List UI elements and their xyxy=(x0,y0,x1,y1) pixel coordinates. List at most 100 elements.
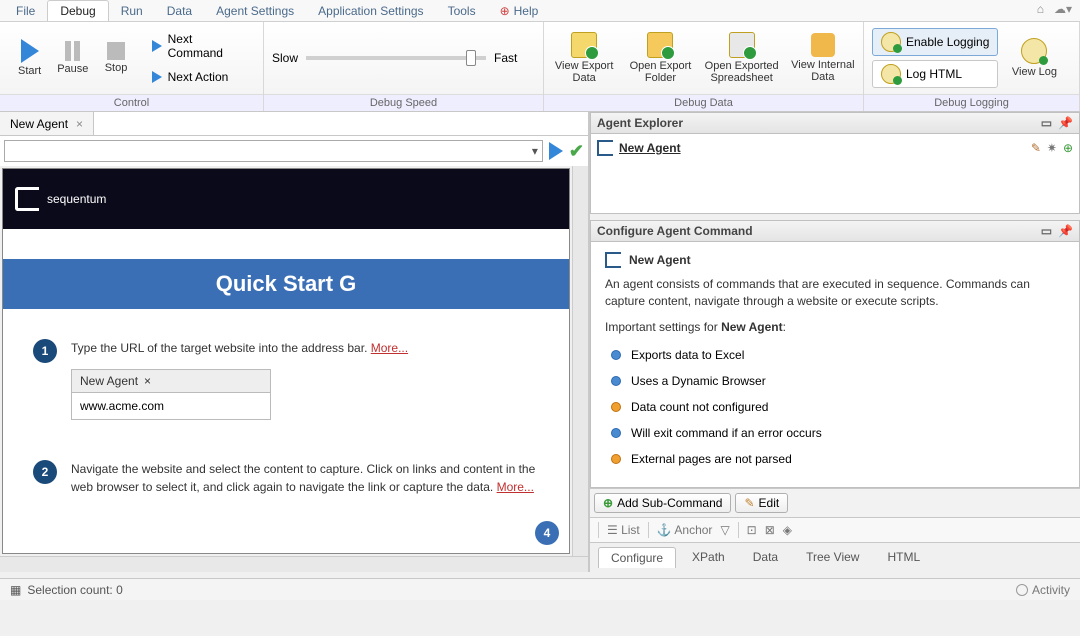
run-button[interactable] xyxy=(549,142,563,160)
sequentum-banner: sequentum xyxy=(3,169,569,229)
example-url-input xyxy=(80,399,262,413)
scrollbar-vertical[interactable] xyxy=(572,166,588,556)
fast-label: Fast xyxy=(494,51,517,65)
next-command-button[interactable]: Next Command xyxy=(146,30,255,62)
anchor-button[interactable]: ⚓ Anchor xyxy=(657,523,713,537)
edit-button[interactable]: ✎Edit xyxy=(735,493,788,513)
tab-tree-view[interactable]: Tree View xyxy=(794,547,871,568)
config-bullet: Will exit command if an error occurs xyxy=(611,420,1065,446)
agent-explorer-header: Agent Explorer ▭📌 xyxy=(590,112,1080,134)
edit-icon[interactable]: ✎ xyxy=(1031,141,1041,155)
activity-button[interactable]: Activity xyxy=(1016,583,1070,597)
selection-icon: ▦ xyxy=(10,583,21,597)
close-icon[interactable]: × xyxy=(76,117,83,131)
play-icon xyxy=(152,40,162,52)
group-label: Debug Speed xyxy=(264,94,543,111)
edit-icon: ✎ xyxy=(744,496,754,510)
cloud-icon[interactable]: ☁▾ xyxy=(1054,2,1072,16)
agent-tree-item[interactable]: New Agent xyxy=(597,140,681,156)
tab-configure[interactable]: Configure xyxy=(598,547,676,568)
tool-icon-1[interactable]: ⊡ xyxy=(747,523,757,537)
tab-xpath[interactable]: XPath xyxy=(680,547,737,568)
filter-icon[interactable]: ▽ xyxy=(720,523,729,537)
config-tabs: ConfigureXPathDataTree ViewHTML xyxy=(590,542,1080,572)
step-1-badge: 1 xyxy=(33,339,57,363)
log-html-button[interactable]: Log HTML xyxy=(872,60,998,88)
config-settings-label: Important settings for New Agent: xyxy=(605,320,1065,334)
spreadsheet-icon xyxy=(729,32,755,58)
step-1-text: Type the URL of the target website into … xyxy=(71,339,408,420)
menu-file[interactable]: File xyxy=(4,1,47,21)
agent-icon xyxy=(605,252,621,268)
add-sub-command-button[interactable]: ⊕Add Sub-Command xyxy=(594,493,731,513)
pause-button[interactable]: Pause xyxy=(51,41,94,75)
open-exported-spreadsheet-button[interactable]: Open Exported Spreadsheet xyxy=(705,32,779,84)
view-log-button[interactable]: View Log xyxy=(1006,38,1062,78)
more-link[interactable]: More... xyxy=(371,341,408,355)
add-icon[interactable]: ⊕ xyxy=(1063,141,1073,155)
menu-tools[interactable]: Tools xyxy=(436,1,488,21)
mini-tab: New Agent× xyxy=(71,369,271,393)
address-bar[interactable]: ▾ xyxy=(4,140,543,162)
document-tabs: New Agent× xyxy=(0,112,588,136)
quick-start-title: Quick Start G xyxy=(3,259,569,309)
start-button[interactable]: Start xyxy=(8,39,51,77)
configure-agent-header: Configure Agent Command ▭📌 xyxy=(590,220,1080,242)
menu-application-settings[interactable]: Application Settings xyxy=(306,1,435,21)
step-4-badge: 4 xyxy=(535,521,559,545)
menu-debug[interactable]: Debug xyxy=(47,0,108,21)
play-icon xyxy=(21,39,39,63)
data-icon xyxy=(571,32,597,58)
next-action-button[interactable]: Next Action xyxy=(146,68,255,86)
group-label: Debug Data xyxy=(544,94,863,111)
chevron-down-icon[interactable]: ▾ xyxy=(532,144,538,158)
config-bullet: Data count not configured xyxy=(611,394,1065,420)
agent-icon xyxy=(597,140,613,156)
tab-html[interactable]: HTML xyxy=(875,547,932,568)
browser-view[interactable]: sequentum Quick Start G 1 Type the URL o… xyxy=(2,168,570,554)
menu-agent-settings[interactable]: Agent Settings xyxy=(204,1,306,21)
log-icon xyxy=(881,64,901,84)
log-icon xyxy=(881,32,901,52)
gear-icon xyxy=(1016,584,1028,596)
gear-icon[interactable]: ✷ xyxy=(1047,141,1057,155)
close-icon: × xyxy=(144,372,151,390)
list-button[interactable]: ☰ List xyxy=(607,523,640,537)
view-export-data-button[interactable]: View Export Data xyxy=(552,32,616,84)
pin-icon[interactable]: 📌 xyxy=(1058,224,1073,238)
enable-logging-button[interactable]: Enable Logging xyxy=(872,28,998,56)
menu-run[interactable]: Run xyxy=(109,1,155,21)
window-icon[interactable]: ▭ xyxy=(1041,224,1052,238)
bullet-icon xyxy=(611,428,621,438)
window-icon[interactable]: ▭ xyxy=(1041,116,1052,130)
more-link[interactable]: More... xyxy=(497,480,534,494)
check-icon[interactable]: ✔ xyxy=(569,141,584,162)
speed-slider[interactable] xyxy=(306,56,486,60)
tab-data[interactable]: Data xyxy=(741,547,790,568)
menu-help[interactable]: ⊕Help xyxy=(488,1,551,21)
tab-new-agent[interactable]: New Agent× xyxy=(0,112,94,135)
gear-icon xyxy=(811,33,835,57)
pin-icon[interactable]: 📌 xyxy=(1058,116,1073,130)
menu-data[interactable]: Data xyxy=(155,1,204,21)
folder-icon xyxy=(647,32,673,58)
group-label: Control xyxy=(0,94,263,111)
agent-explorer-body: New Agent ✎ ✷ ⊕ xyxy=(590,134,1080,214)
tool-icon-2[interactable]: ⊠ xyxy=(765,523,775,537)
config-bullet: Exports data to Excel xyxy=(611,342,1065,368)
step-2-badge: 2 xyxy=(33,460,57,484)
caret-icon[interactable]: ⌂ xyxy=(1037,2,1044,16)
bullet-icon xyxy=(611,454,621,464)
scrollbar-horizontal[interactable] xyxy=(0,556,588,572)
open-export-folder-button[interactable]: Open Export Folder xyxy=(628,32,692,84)
view-internal-data-button[interactable]: View Internal Data xyxy=(791,33,855,83)
status-bar: ▦Selection count: 0 Activity xyxy=(0,578,1080,600)
config-description: An agent consists of commands that are e… xyxy=(605,276,1065,310)
menubar: File Debug Run Data Agent Settings Appli… xyxy=(0,0,1080,22)
ribbon: Start Pause Stop Next Command Next Actio… xyxy=(0,22,1080,112)
bullet-icon xyxy=(611,350,621,360)
config-bullet: Uses a Dynamic Browser xyxy=(611,368,1065,394)
stop-button[interactable]: Stop xyxy=(94,42,137,74)
target-icon[interactable]: ◈ xyxy=(783,523,792,537)
sequentum-logo-icon xyxy=(15,187,39,211)
